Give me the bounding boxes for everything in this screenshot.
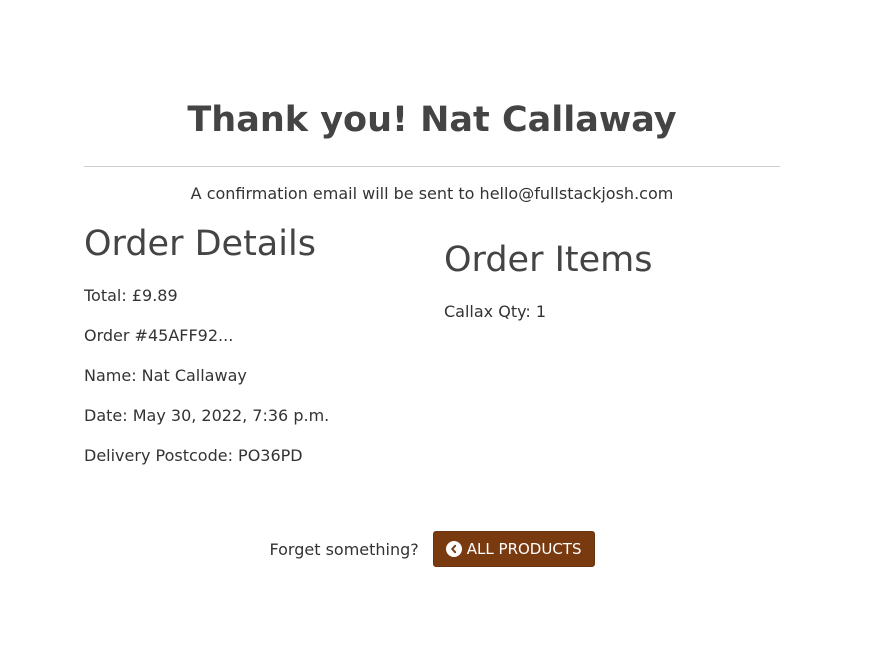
delivery-postcode: Delivery Postcode: PO36PD — [84, 446, 303, 465]
confirmation-message: A confirmation email will be sent to hel… — [190, 184, 674, 203]
order-confirmation-page: Thank you! Nat Callaway A confirmation e… — [0, 0, 891, 667]
order-items-section: Order Items Callax Qty: 1 — [444, 238, 784, 342]
order-details-title: Order Details — [84, 224, 316, 264]
divider — [84, 166, 780, 167]
order-number: Order #45AFF92... — [84, 326, 234, 345]
chevron-circle-left-icon — [445, 541, 462, 557]
order-date: Date: May 30, 2022, 7:36 p.m. — [84, 406, 330, 425]
order-total: Total: £9.89 — [84, 286, 178, 305]
forget-something-text: Forget something? — [269, 539, 419, 559]
customer-name: Name: Nat Callaway — [84, 366, 247, 385]
footer-actions: Forget something? ALL PRODUCTS — [0, 531, 864, 567]
all-products-button-label: ALL PRODUCTS — [466, 540, 582, 558]
order-details-section: Order Details Total: £9.89 Order #45AFF9… — [84, 222, 424, 486]
order-items-title: Order Items — [444, 240, 653, 280]
page-title: Thank you! Nat Callaway — [187, 100, 677, 140]
all-products-button[interactable]: ALL PRODUCTS — [432, 531, 595, 567]
order-item: Callax Qty: 1 — [444, 302, 547, 321]
